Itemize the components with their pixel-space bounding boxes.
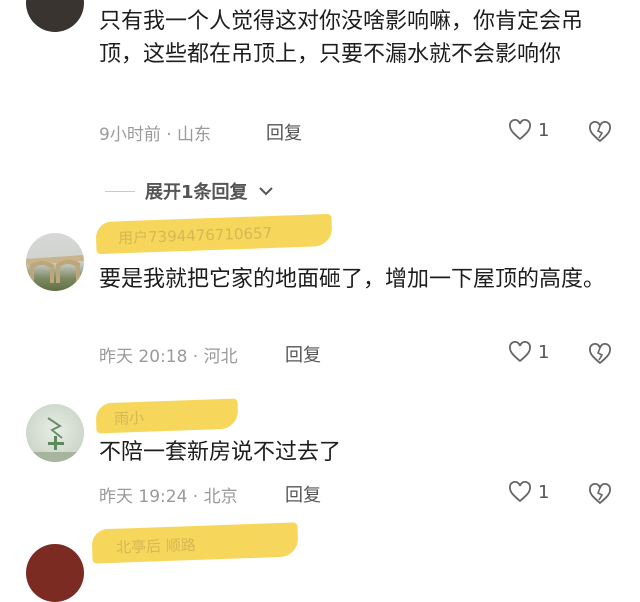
broken-heart-icon[interactable]: [588, 343, 612, 365]
redacted-username: 雨小: [95, 398, 239, 434]
heart-outline-icon: [508, 481, 532, 503]
expand-replies-button[interactable]: 展开1条回复: [105, 178, 274, 204]
reply-button[interactable]: 回复: [285, 481, 321, 507]
like-button[interactable]: 1: [508, 341, 549, 363]
comment-text: 要是我就把它家的地面砸了，增加一下屋顶的高度。: [99, 267, 606, 292]
avatar[interactable]: [26, 404, 84, 462]
username: 北亭后 顺路: [115, 535, 197, 557]
comment-text: 只有我一个人觉得这对你没啥影响嘛，你肯定会吊顶，这些都在吊顶上，只要不漏水就不会…: [99, 9, 584, 67]
divider: [105, 190, 135, 192]
broken-heart-icon[interactable]: [588, 121, 612, 143]
like-count: 1: [538, 481, 550, 503]
heart-outline-icon: [508, 119, 532, 141]
heart-outline-icon: [508, 341, 532, 363]
comment-meta: 昨天 19:24 · 北京: [99, 487, 238, 507]
comment-text: 不陪一套新房说不过去了: [99, 440, 342, 465]
like-count: 1: [538, 341, 550, 363]
redacted-username: 北亭后 顺路: [91, 522, 299, 564]
avatar[interactable]: [26, 544, 84, 602]
like-button[interactable]: 1: [508, 481, 549, 503]
expand-replies-label: 展开1条回复: [145, 182, 248, 203]
chevron-down-icon: [258, 185, 274, 197]
comment-meta: 昨天 20:18 · 河北: [99, 347, 238, 367]
like-button[interactable]: 1: [508, 119, 549, 141]
comment-meta: 9小时前 · 山东: [99, 125, 212, 145]
username: 雨小: [113, 408, 145, 428]
reply-button[interactable]: 回复: [285, 341, 321, 367]
username: 用户7394476710657: [117, 223, 273, 248]
avatar[interactable]: [26, 0, 84, 32]
redacted-username: 用户7394476710657: [95, 213, 333, 255]
reply-button[interactable]: 回复: [266, 119, 302, 145]
like-count: 1: [538, 119, 550, 141]
broken-heart-icon[interactable]: [588, 483, 612, 505]
avatar[interactable]: [26, 233, 84, 291]
